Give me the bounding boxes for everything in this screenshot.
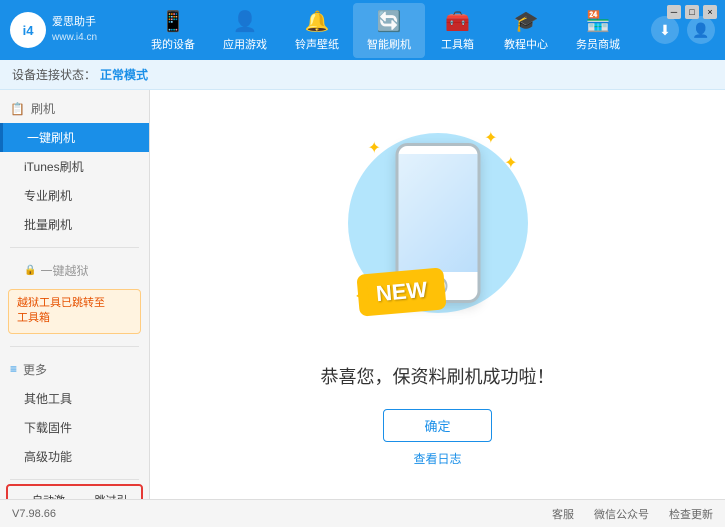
nav-items: 📱 我的设备 👤 应用游戏 🔔 铃声壁纸 🔄 智能刷机 🧰 工具箱 🎓 [120, 3, 651, 58]
sidebar-batch-flash[interactable]: 批量刷机 [0, 210, 149, 239]
smart-flash-icon: 🔄 [377, 9, 402, 34]
more-section-header: ≡ 更多 [0, 355, 149, 384]
auto-activate-checkbox[interactable]: 自动激活 [16, 492, 71, 499]
sidebar-divider-1 [10, 247, 139, 248]
my-device-icon: 📱 [161, 9, 186, 34]
user-button[interactable]: 👤 [687, 16, 715, 44]
nav-my-device[interactable]: 📱 我的设备 [137, 3, 209, 58]
more-section: ≡ 更多 其他工具 下载固件 高级功能 [0, 351, 149, 475]
nav-smart-flash[interactable]: 🔄 智能刷机 [353, 3, 425, 58]
success-message: 恭喜您，保资料刷机成功啦！ [321, 363, 555, 389]
footer-wechat[interactable]: 微信公众号 [594, 506, 649, 522]
guide-activate-checkbox[interactable]: 跳过引导 [79, 492, 134, 499]
more-section-icon: ≡ [10, 362, 17, 376]
sparkle-icon-1: ✦ [368, 138, 381, 158]
checkbox-area: 自动激活 跳过引导 [6, 484, 143, 499]
nav-ringtones[interactable]: 🔔 铃声壁纸 [281, 3, 353, 58]
logo-icon: i4 [10, 12, 46, 48]
nav-apps-games[interactable]: 👤 应用游戏 [209, 3, 281, 58]
footer: V7.98.66 客服 微信公众号 检查更新 [0, 499, 725, 527]
sidebar: 📋 刷机 一键刷机 iTunes刷机 专业刷机 批量刷机 🔒 一键越狱 [0, 90, 150, 499]
tutorials-icon: 🎓 [514, 9, 539, 34]
flash-section-header: 📋 刷机 [0, 94, 149, 123]
jailbreak-notice: 越狱工具已跳转至工具箱 [8, 289, 141, 334]
maximize-button[interactable]: □ [685, 5, 699, 19]
phone-illustration: ✦ ✦ ✦ NEW [338, 123, 538, 343]
flash-section: 📋 刷机 一键刷机 iTunes刷机 专业刷机 批量刷机 [0, 90, 149, 243]
nav-tutorials[interactable]: 🎓 教程中心 [490, 3, 562, 58]
sidebar-itunes-flash[interactable]: iTunes刷机 [0, 152, 149, 181]
confirm-button[interactable]: 确定 [383, 409, 491, 442]
new-badge: NEW [356, 267, 447, 316]
logo: i4 爱思助手 www.i4.cn [10, 12, 120, 48]
sidebar-divider-3 [10, 479, 139, 480]
log-link[interactable]: 查看日志 [413, 450, 461, 467]
sidebar-download-firmware[interactable]: 下载固件 [0, 413, 149, 442]
jailbreak-section: 🔒 一键越狱 越狱工具已跳转至工具箱 [0, 252, 149, 342]
sparkle-icon-3: ✦ [504, 153, 517, 173]
sidebar-pro-flash[interactable]: 专业刷机 [0, 181, 149, 210]
lock-icon: 🔒 [24, 265, 36, 276]
footer-check-update[interactable]: 检查更新 [669, 506, 713, 522]
footer-customer-service[interactable]: 客服 [552, 506, 574, 522]
window-controls: ─ □ × [667, 5, 717, 19]
apps-icon: 👤 [233, 9, 258, 34]
status-bar: 设备连接状态： 正常模式 [0, 60, 725, 90]
merchant-icon: 🏪 [586, 9, 611, 34]
top-right-controls: ⬇ 👤 [651, 16, 715, 44]
topbar: i4 爱思助手 www.i4.cn 📱 我的设备 👤 应用游戏 🔔 铃声壁纸 [0, 0, 725, 60]
sidebar-divider-2 [10, 346, 139, 347]
sparkle-icon-2: ✦ [484, 128, 497, 148]
sidebar-one-key-flash[interactable]: 一键刷机 [0, 123, 149, 152]
main-layout: 📋 刷机 一键刷机 iTunes刷机 专业刷机 批量刷机 🔒 一键越狱 [0, 90, 725, 499]
close-button[interactable]: × [703, 5, 717, 19]
phone-screen [398, 154, 477, 272]
jailbreak-header: 🔒 一键越狱 [0, 256, 149, 285]
minimize-button[interactable]: ─ [667, 5, 681, 19]
main-content: ✦ ✦ ✦ NEW 恭喜您，保资料刷机成功啦！ 确定 查看日志 [150, 90, 725, 499]
download-button[interactable]: ⬇ [651, 16, 679, 44]
sidebar-other-tools[interactable]: 其他工具 [0, 384, 149, 413]
sidebar-advanced[interactable]: 高级功能 [0, 442, 149, 471]
flash-section-icon: 📋 [10, 102, 25, 116]
ringtone-icon: 🔔 [305, 9, 330, 34]
toolbox-icon: 🧰 [445, 9, 470, 34]
nav-merchant[interactable]: 🏪 务员商城 [562, 3, 634, 58]
nav-toolbox[interactable]: 🧰 工具箱 [425, 3, 490, 58]
logo-text: 爱思助手 www.i4.cn [52, 15, 97, 44]
